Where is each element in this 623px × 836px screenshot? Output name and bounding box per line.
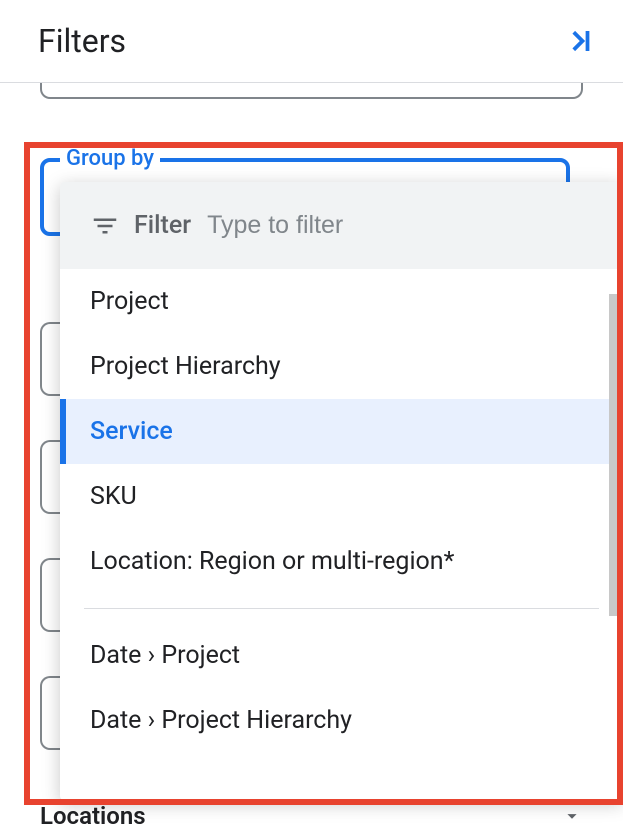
previous-field-bottom <box>40 83 583 99</box>
page-title: Filters <box>38 22 126 60</box>
option-date-project[interactable]: Date › Project <box>60 623 623 688</box>
dropdown-filter-bar: Filter <box>60 182 623 269</box>
option-project-hierarchy[interactable]: Project Hierarchy <box>60 334 623 399</box>
filter-input[interactable] <box>205 210 593 241</box>
scrollbar-thumb[interactable] <box>609 294 623 616</box>
option-sku[interactable]: SKU <box>60 464 623 529</box>
locations-label: Locations <box>40 802 146 830</box>
field-stub[interactable] <box>40 322 60 396</box>
filter-label: Filter <box>134 211 191 240</box>
field-stub[interactable] <box>40 440 60 514</box>
option-date-project-hierarchy[interactable]: Date › Project Hierarchy <box>60 688 623 753</box>
chevron-down-icon <box>561 805 583 827</box>
options-divider <box>84 608 599 609</box>
option-service[interactable]: Service <box>60 399 623 464</box>
group-by-label: Group by <box>60 146 160 171</box>
locations-section[interactable]: Locations <box>40 802 583 830</box>
dropdown-options-list: Project Project Hierarchy Service SKU Lo… <box>60 269 623 793</box>
option-location[interactable]: Location: Region or multi-region* <box>60 529 623 594</box>
option-project[interactable]: Project <box>60 269 623 334</box>
group-by-dropdown: Filter Project Project Hierarchy Service… <box>60 182 623 800</box>
field-stub[interactable] <box>40 676 60 750</box>
filters-header: Filters <box>0 0 623 82</box>
chevron-right-bar-icon <box>565 26 595 56</box>
field-stub[interactable] <box>40 558 60 632</box>
filter-list-icon <box>90 211 120 241</box>
collapse-panel-button[interactable] <box>565 26 595 56</box>
